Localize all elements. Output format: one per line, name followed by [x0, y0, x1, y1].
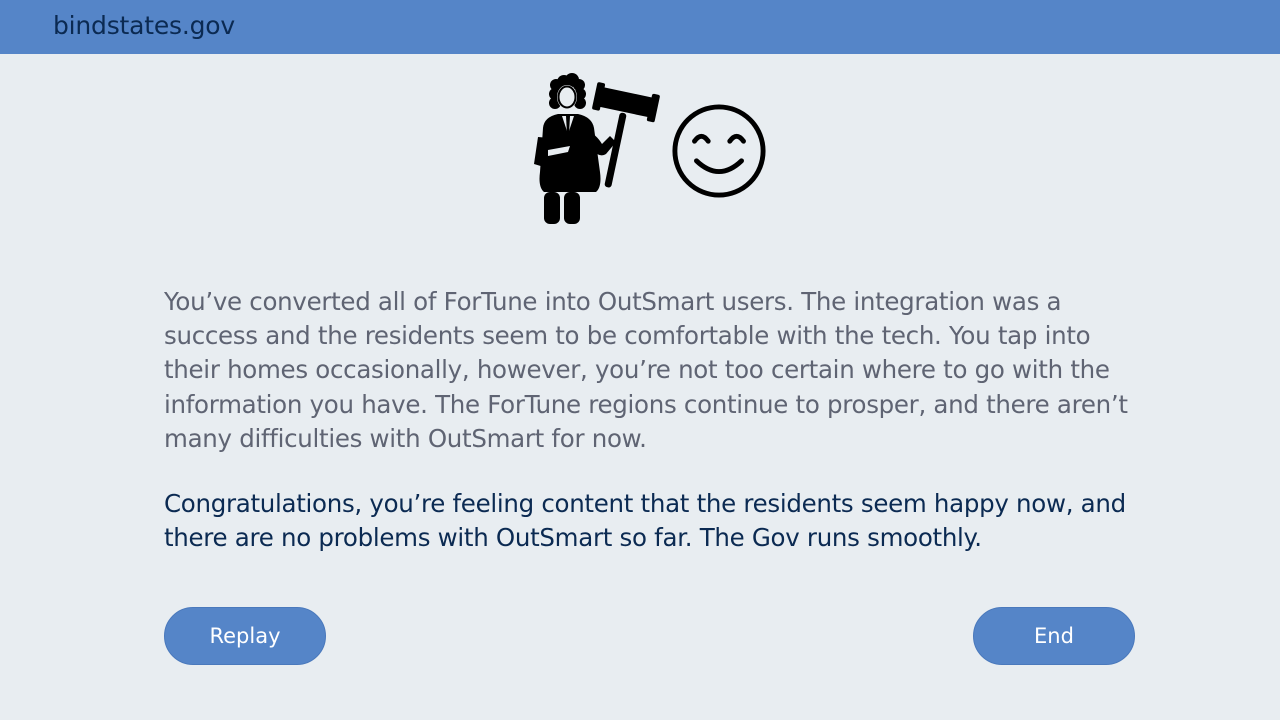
ending-illustration	[530, 72, 780, 232]
site-name: bindstates.gov	[53, 11, 235, 40]
outcome-message: Congratulations, you’re feeling content …	[164, 489, 1126, 553]
smiley-face-icon	[672, 104, 766, 198]
story-paragraph: You’ve converted all of ForTune into Out…	[164, 287, 1128, 453]
judge-with-gavel-icon	[534, 73, 660, 224]
top-bar: bindstates.gov	[0, 0, 1280, 54]
end-button[interactable]: End	[973, 607, 1135, 665]
replay-button[interactable]: Replay	[164, 607, 326, 665]
